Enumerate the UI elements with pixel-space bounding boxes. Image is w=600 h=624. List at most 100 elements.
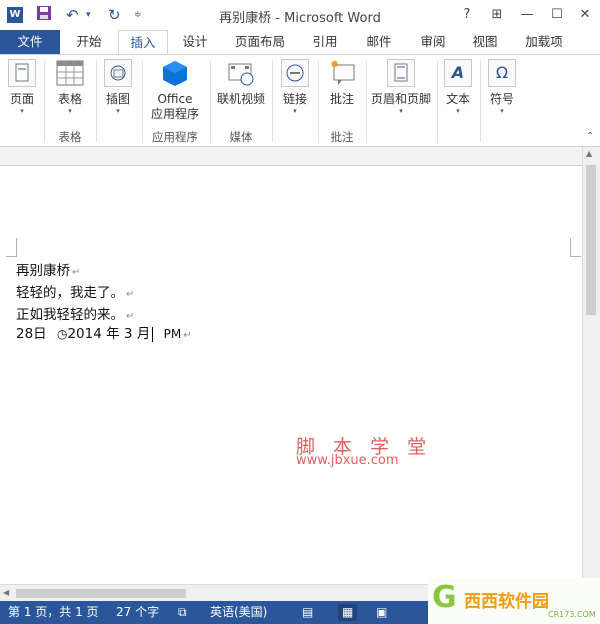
comment-button[interactable]: ✸ 批注 (322, 58, 362, 107)
scroll-up-icon[interactable]: ▲ (586, 149, 592, 158)
tab-home[interactable]: 开始 (64, 30, 114, 55)
doc-line-date: 28日 ◷2014 年 3 月 PM ↵ (16, 324, 192, 346)
office-apps-label-2: 应用程序 (150, 107, 199, 121)
doc-line-title: 再别康桥 ↵ (16, 261, 80, 283)
maximize-button[interactable]: ☐ (546, 5, 568, 25)
text-cursor (152, 326, 154, 342)
title-bar: W ↶ ▾ ↻ ≑ 再别康桥 - Microsoft Word ? ⊞ — ☐ … (0, 0, 600, 30)
office-apps-label-1: Office (157, 92, 193, 106)
tab-references[interactable]: 引用 (300, 30, 350, 55)
tab-mailings[interactable]: 邮件 (354, 30, 404, 55)
group-separator (480, 60, 481, 142)
tab-view[interactable]: 视图 (460, 30, 510, 55)
vertical-scrollbar[interactable]: ▲ (582, 147, 600, 584)
scroll-left-icon[interactable]: ◀ (3, 588, 9, 597)
minimize-button[interactable]: — (516, 5, 538, 25)
paragraph-mark: ↵ (72, 267, 81, 278)
margin-corner-right (570, 238, 581, 257)
clock-icon: ◷ (56, 327, 68, 341)
omega-icon: Ω (488, 59, 516, 87)
text-dropdown-icon: ▾ (456, 107, 460, 115)
date-ampm: PM (163, 327, 182, 341)
group-separator (210, 60, 211, 142)
group-label-media: 媒体 (229, 130, 253, 144)
proofing-icon[interactable]: ⧉ (178, 604, 187, 621)
ribbon: 页面 ▾ 表格 ▾ 表格 插图 ▾ Office 应用程序 应用程序 联机视频 … (0, 54, 600, 147)
pages-label: 页面 (9, 92, 34, 106)
badge-url: CR173.COM (548, 610, 596, 619)
text-label: 文本 (445, 92, 470, 106)
ribbon-display-options-button[interactable]: ⊞ (486, 5, 508, 25)
watermark-url: www.jbxue.com (296, 453, 399, 468)
badge-text: 西西软件园 (464, 592, 549, 612)
illustrations-icon (104, 59, 132, 87)
pages-button[interactable]: 页面 ▾ (4, 59, 40, 116)
table-icon (56, 59, 84, 87)
paragraph-mark: ↵ (126, 311, 135, 322)
margin-corner-left (6, 238, 17, 257)
page-icon (8, 59, 36, 87)
header-footer-button[interactable]: 页眉和页脚 ▾ (368, 59, 434, 116)
header-footer-icon (387, 59, 415, 87)
group-label-apps: 应用程序 (152, 130, 198, 144)
date-day: 28日 (16, 326, 47, 342)
svg-text:✸: ✸ (330, 59, 339, 71)
paragraph-mark: ↵ (126, 289, 135, 300)
print-layout-icon[interactable]: ▦ (338, 604, 358, 621)
illustrations-button[interactable]: 插图 ▾ (100, 59, 136, 116)
doc-text: 正如我轻轻的来。 (16, 307, 124, 323)
online-video-label: 联机视频 (216, 92, 265, 106)
tab-design[interactable]: 设计 (170, 30, 220, 55)
date-year-month: 2014 年 3 月 (67, 326, 151, 342)
online-video-icon (227, 59, 255, 87)
read-mode-icon[interactable]: ▤ (302, 604, 313, 621)
horizontal-scroll-thumb[interactable] (16, 589, 186, 598)
comment-label: 批注 (329, 92, 354, 106)
group-label-comments: 批注 (330, 130, 354, 144)
collapse-ribbon-icon[interactable]: ⌃ (586, 131, 594, 142)
office-store-icon (161, 59, 189, 87)
tab-review[interactable]: 审阅 (408, 30, 458, 55)
site-badge: G 西西软件园 CR173.COM (428, 578, 600, 624)
table-dropdown-icon: ▾ (68, 107, 72, 115)
table-label: 表格 (57, 92, 82, 106)
word-count[interactable]: 27 个字 (116, 604, 159, 621)
window-title: 再别康桥 - Microsoft Word (219, 11, 381, 26)
text-box-icon: A (444, 59, 472, 87)
office-apps-button[interactable]: Office 应用程序 (146, 59, 204, 122)
badge-logo-icon: G (432, 580, 457, 615)
links-dropdown-icon: ▾ (293, 107, 297, 115)
vertical-scroll-thumb[interactable] (586, 165, 596, 315)
links-label: 链接 (282, 92, 307, 106)
text-button[interactable]: A 文本 ▾ (440, 59, 476, 116)
tab-insert[interactable]: 插入 (118, 30, 168, 55)
links-button[interactable]: 链接 ▾ (276, 59, 314, 116)
illustrations-label: 插图 (105, 92, 130, 106)
online-video-button[interactable]: 联机视频 (214, 59, 268, 107)
group-label-tables: 表格 (58, 130, 82, 144)
close-button[interactable]: ✕ (574, 5, 596, 25)
doc-text: 再别康桥 (16, 263, 70, 279)
group-separator (272, 60, 273, 142)
page-count[interactable]: 第 1 页，共 1 页 (8, 604, 99, 621)
group-separator (142, 60, 143, 142)
symbols-label: 符号 (489, 92, 514, 106)
help-button[interactable]: ? (456, 5, 478, 25)
document-page[interactable]: 再别康桥 ↵ 轻轻的，我走了。 ↵ 正如我轻轻的来。 ↵ 28日 ◷2014 年 3 … (0, 166, 583, 584)
tab-add-ins[interactable]: 加载项 (516, 30, 572, 55)
symbols-button[interactable]: Ω 符号 ▾ (484, 59, 520, 116)
tab-page-layout[interactable]: 页面布局 (226, 30, 294, 55)
group-separator (96, 60, 97, 142)
web-layout-icon[interactable]: ▣ (376, 604, 387, 621)
group-separator (318, 60, 319, 142)
pages-dropdown-icon: ▾ (20, 107, 24, 115)
new-comment-icon: ✸ (328, 58, 356, 87)
header-footer-dropdown-icon: ▾ (399, 107, 403, 115)
header-footer-label: 页眉和页脚 (370, 92, 431, 106)
illustrations-dropdown-icon: ▾ (116, 107, 120, 115)
table-button[interactable]: 表格 ▾ (50, 59, 90, 116)
tab-file[interactable]: 文件 (0, 30, 60, 55)
ruler (0, 147, 600, 166)
language-indicator[interactable]: 英语(美国) (210, 604, 267, 621)
group-separator (437, 60, 438, 142)
